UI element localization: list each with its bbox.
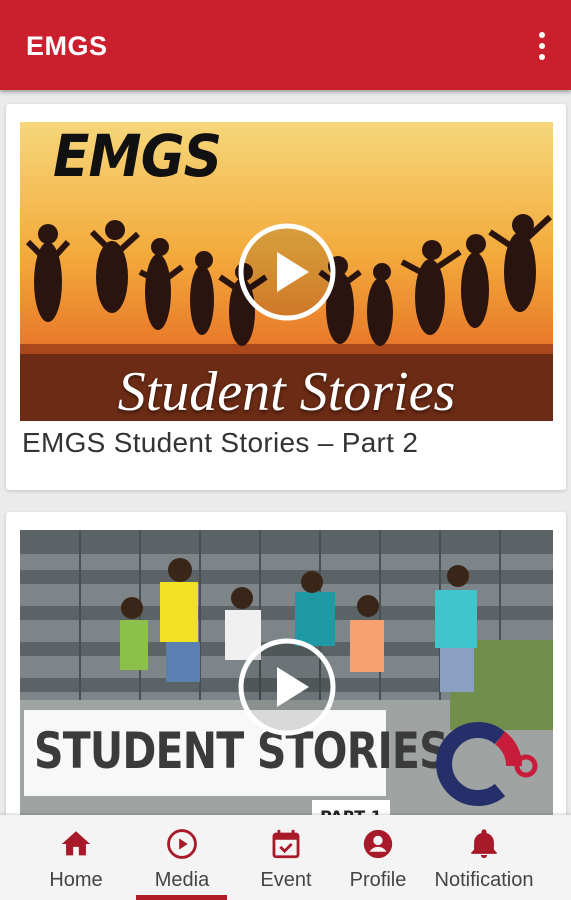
nav-label: Media — [154, 869, 210, 891]
more-vert-icon[interactable] — [535, 30, 549, 62]
play-icon[interactable] — [237, 637, 337, 737]
home-icon — [61, 831, 91, 856]
video-thumbnail[interactable]: EMGS Student Stories — [20, 122, 553, 421]
nav-media[interactable]: Media — [140, 815, 224, 900]
nav-label: Event — [260, 869, 312, 891]
active-tab-indicator — [136, 895, 227, 900]
nav-event[interactable]: Event — [250, 815, 322, 900]
calendar-check-icon — [272, 829, 300, 859]
video-thumbnail[interactable]: STUDENT STORIES PART 1 — [20, 530, 553, 815]
play-circle-icon — [167, 829, 197, 859]
nav-profile[interactable]: Profile — [338, 815, 418, 900]
account-circle-icon — [363, 829, 393, 859]
app-bar: EMGS — [0, 0, 571, 90]
play-icon[interactable] — [237, 222, 337, 322]
nav-label: Home — [49, 869, 103, 891]
thumbnail-overlay-text: Student Stories — [117, 361, 456, 421]
bottom-navigation: Home Media Event Profile Notification — [0, 815, 571, 900]
nav-home[interactable]: Home — [40, 815, 112, 900]
video-title[interactable]: EMGS Student Stories – Part 2 — [22, 427, 418, 459]
media-feed[interactable]: EMGS Student Stories EMGS Student Storie… — [0, 90, 571, 815]
part-tag: PART 1 — [312, 800, 390, 815]
app-title: EMGS — [26, 31, 108, 61]
nav-label: Notification — [434, 869, 534, 891]
thumbnail-brand-text: EMGS — [53, 122, 222, 190]
bell-icon — [471, 829, 497, 859]
nav-label: Profile — [349, 869, 407, 891]
c-logo-icon — [436, 722, 538, 806]
video-card[interactable]: STUDENT STORIES PART 1 — [6, 512, 566, 815]
video-card[interactable]: EMGS Student Stories EMGS Student Storie… — [6, 104, 566, 490]
nav-notification[interactable]: Notification — [424, 815, 544, 900]
